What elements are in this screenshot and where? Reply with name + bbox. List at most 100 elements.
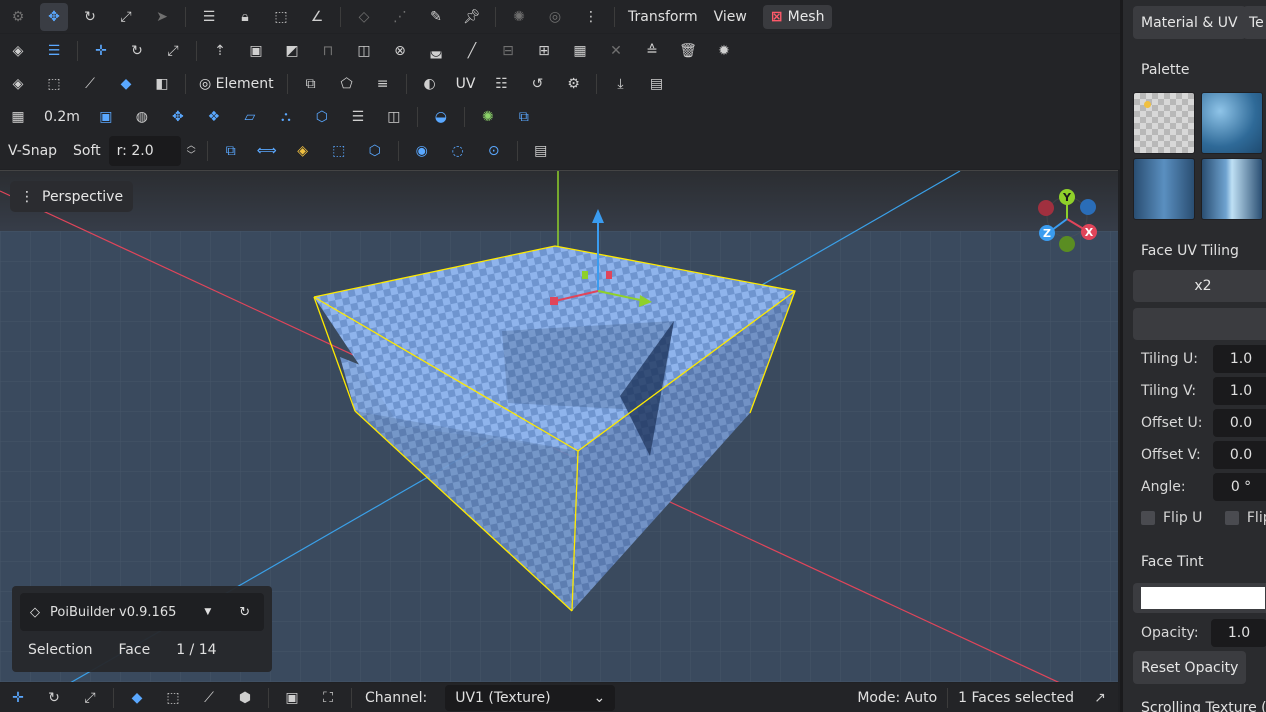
path-icon[interactable]: ⋰: [386, 3, 414, 31]
snap-grid-icon[interactable]: ▣: [92, 103, 120, 131]
radius-input[interactable]: r: 2.0: [108, 136, 181, 166]
tint-color-picker[interactable]: [1133, 583, 1266, 613]
snap-hex-icon[interactable]: ⬡: [308, 103, 336, 131]
overlap-icon[interactable]: ⧉: [510, 103, 538, 131]
inset-icon[interactable]: ▣: [242, 37, 270, 65]
target-icon[interactable]: ⊙: [480, 137, 508, 165]
subdivide-icon[interactable]: ⊞: [530, 37, 558, 65]
falloff-arrows-icon[interactable]: ⟺: [253, 137, 281, 165]
settings-icon[interactable]: ⚙: [559, 70, 587, 98]
snap-cluster-icon[interactable]: ⛬: [272, 103, 300, 131]
edge-select-icon[interactable]: ⟋: [76, 70, 104, 98]
view-menu[interactable]: View: [706, 9, 755, 25]
rotate-gizmo-icon[interactable]: ↻: [123, 37, 151, 65]
transform-menu[interactable]: Transform: [620, 9, 706, 25]
angle-icon[interactable]: ∠: [303, 3, 331, 31]
falloff-select-icon[interactable]: ⬚: [325, 137, 353, 165]
palette-swatch-ice-a[interactable]: [1133, 158, 1195, 220]
tiling-u-input[interactable]: 1.0: [1213, 345, 1266, 373]
palette-swatch-ice-b[interactable]: [1201, 158, 1263, 220]
chevron-up-icon[interactable]: ︿: [187, 141, 196, 151]
snap-plane-icon[interactable]: ▱: [236, 103, 264, 131]
palette-swatch-water[interactable]: [1201, 92, 1263, 154]
loop-cut-icon[interactable]: ◫: [350, 37, 378, 65]
uv-edge-icon[interactable]: ⟋: [195, 684, 223, 712]
uv-sphere-icon[interactable]: ◐: [416, 70, 444, 98]
palette-swatch-checker[interactable]: [1133, 92, 1195, 154]
radius-stepper[interactable]: ︿ ﹀: [187, 141, 196, 161]
flip-v-checkbox[interactable]: [1224, 511, 1239, 525]
angle-input[interactable]: 0 °: [1213, 473, 1266, 501]
refresh-icon[interactable]: ↻: [239, 605, 250, 620]
uv-move-icon[interactable]: ✛: [4, 684, 32, 712]
offset-u-input[interactable]: 0.0: [1213, 409, 1266, 437]
sliders-icon[interactable]: ≡: [369, 70, 397, 98]
object-mode-icon[interactable]: ◈: [4, 37, 32, 65]
tiling-v-input[interactable]: 1.0: [1213, 377, 1266, 405]
dropdown-arrow-icon[interactable]: ▼: [204, 607, 211, 617]
bridge-icon[interactable]: ⊓: [314, 37, 342, 65]
layers-icon[interactable]: ☰: [195, 3, 223, 31]
link-icon[interactable]: ⚙: [4, 3, 32, 31]
light-icon[interactable]: ✹: [710, 37, 738, 65]
move-tool-icon[interactable]: ✥: [40, 2, 68, 31]
tiling-x2-button[interactable]: x2: [1133, 270, 1266, 302]
falloff-cube-icon[interactable]: ⧉: [217, 137, 245, 165]
uv-scale-icon[interactable]: ⤢: [76, 684, 104, 712]
3d-viewport[interactable]: Y X Z ⋮ Perspective ◇ PoiBuilder v0.9.16…: [0, 170, 1118, 682]
reset-icon[interactable]: ↺: [523, 70, 551, 98]
add-cube-icon[interactable]: ⧉: [297, 70, 325, 98]
uv-face-icon[interactable]: ◆: [123, 684, 151, 712]
rotate-tool-icon[interactable]: ↻: [76, 3, 104, 31]
trash-icon[interactable]: 🗑︎: [674, 37, 702, 65]
offset-v-input[interactable]: 0.0: [1213, 441, 1266, 469]
bounds-icon[interactable]: ⬚: [267, 3, 295, 31]
falloff-mesh-icon[interactable]: ⬡: [361, 137, 389, 165]
external-link-icon[interactable]: ↗: [1086, 684, 1114, 712]
table-icon[interactable]: ▤: [527, 137, 555, 165]
snap-move-icon[interactable]: ✥: [164, 103, 192, 131]
grid-size[interactable]: 0.2m: [36, 109, 88, 125]
uv-image-icon[interactable]: ▣: [278, 684, 306, 712]
extrude-icon[interactable]: ⇡: [206, 37, 234, 65]
more-menu-icon[interactable]: ⋮: [577, 3, 605, 31]
reset-opacity-button[interactable]: Reset Opacity: [1133, 651, 1247, 684]
uv-rotate-icon[interactable]: ↻: [40, 684, 68, 712]
bevel-icon[interactable]: ◩: [278, 37, 306, 65]
mesh-menu-button[interactable]: ⊠ Mesh: [762, 4, 833, 29]
stack-icon[interactable]: ☰: [40, 37, 68, 65]
split-icon[interactable]: ⊟: [494, 37, 522, 65]
channel-select[interactable]: UV1 (Texture) ⌄: [445, 684, 616, 711]
file-icon[interactable]: ▤: [642, 70, 670, 98]
tiling-secondary-button[interactable]: [1133, 308, 1266, 340]
weld-icon[interactable]: ✕: [602, 37, 630, 65]
pivot-icon[interactable]: ✺: [474, 103, 502, 131]
pin-icon[interactable]: 📌︎: [458, 3, 486, 31]
object-select-icon[interactable]: ◈: [4, 70, 32, 98]
download-icon[interactable]: ⤓: [606, 70, 634, 98]
vsnap-toggle[interactable]: V-Snap: [0, 143, 65, 159]
sun-icon[interactable]: ✺: [505, 3, 533, 31]
ring-icon[interactable]: ◉: [408, 137, 436, 165]
globe-icon[interactable]: ◎: [541, 3, 569, 31]
fill-icon[interactable]: ◛: [422, 37, 450, 65]
element-mode-button[interactable]: ◎ Element: [191, 76, 282, 92]
element-select-icon[interactable]: ◧: [148, 70, 176, 98]
scale-tool-icon[interactable]: ⤢: [112, 3, 140, 31]
snap-sphere-icon[interactable]: ◍: [128, 103, 156, 131]
select-cursor-icon[interactable]: ➤: [148, 3, 176, 31]
uv-button[interactable]: UV: [448, 76, 484, 92]
pentagon-icon[interactable]: ⬠: [333, 70, 361, 98]
uv-vertex-icon[interactable]: ⬚: [159, 684, 187, 712]
dashed-ring-icon[interactable]: ◌: [444, 137, 472, 165]
move-gizmo-icon[interactable]: ✛: [87, 37, 115, 65]
lock-icon[interactable]: 🔒︎: [231, 3, 259, 31]
grid-icon[interactable]: ▦: [4, 103, 32, 131]
snap-rotate-icon[interactable]: ❖: [200, 103, 228, 131]
falloff-point-icon[interactable]: ◈: [289, 137, 317, 165]
opacity-input[interactable]: 1.0: [1211, 619, 1266, 647]
view-align-icon[interactable]: ◒: [427, 103, 455, 131]
plugin-selector[interactable]: ◇ PoiBuilder v0.9.165 ▼ ↻: [20, 593, 264, 631]
document-icon[interactable]: ☷: [487, 70, 515, 98]
scale-gizmo-icon[interactable]: ⤢: [159, 37, 187, 65]
